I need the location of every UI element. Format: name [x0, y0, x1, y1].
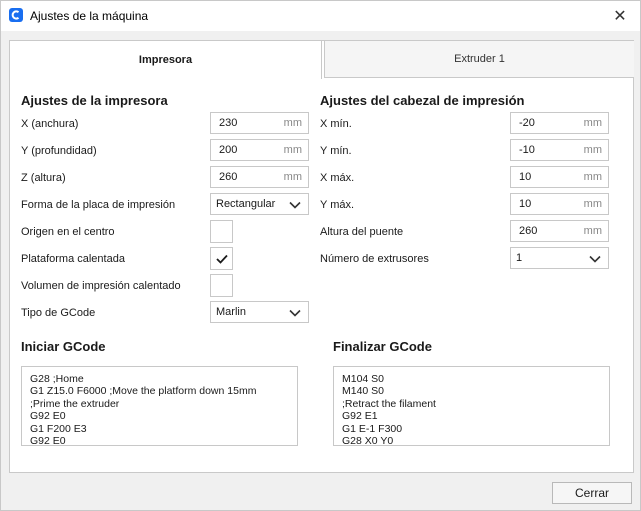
y-depth-input[interactable]: 200 mm	[210, 139, 309, 161]
origin-center-checkbox[interactable]	[210, 220, 233, 243]
cura-logo-icon	[9, 8, 23, 22]
y-max-input[interactable]: 10 mm	[510, 193, 609, 215]
z-height-input[interactable]: 260 mm	[210, 166, 309, 188]
start-gcode-editor[interactable]: G28 ;Home G1 Z15.0 F6000 ;Move the platf…	[21, 366, 298, 446]
heated-volume-checkbox[interactable]	[210, 274, 233, 297]
end-gcode-editor[interactable]: M104 S0 M140 S0 ;Retract the filament G9…	[333, 366, 610, 446]
gcode-flavor-label: Tipo de GCode	[21, 307, 96, 319]
chevron-down-icon	[289, 309, 301, 317]
extruder-count-value: 1	[516, 252, 523, 264]
x-width-value: 230	[219, 117, 238, 129]
x-width-input[interactable]: 230 mm	[210, 112, 309, 134]
y-max-value: 10	[519, 198, 532, 210]
x-min-value: -20	[519, 117, 535, 129]
x-min-label: X mín.	[320, 118, 352, 130]
y-min-input[interactable]: -10 mm	[510, 139, 609, 161]
build-plate-shape-label: Forma de la placa de impresión	[21, 199, 176, 211]
gcode-flavor-select[interactable]: Marlin	[210, 301, 309, 323]
x-width-label: X (anchura)	[21, 118, 79, 130]
z-height-value: 260	[219, 171, 238, 183]
gantry-height-unit: mm	[583, 225, 602, 237]
gcode-line: M104 S0	[342, 373, 385, 385]
x-max-value: 10	[519, 171, 532, 183]
chevron-down-icon	[589, 255, 601, 263]
settings-panel: Impresora Extruder 1 Ajustes de la impre…	[9, 40, 634, 473]
tab-extruder-1[interactable]: Extruder 1	[324, 41, 634, 78]
z-height-label: Z (altura)	[21, 172, 66, 184]
y-min-unit: mm	[583, 144, 602, 156]
x-width-unit: mm	[283, 117, 302, 129]
gantry-height-label: Altura del puente	[320, 226, 404, 238]
machine-settings-dialog: Ajustes de la máquina ✕ Impresora Extrud…	[0, 0, 641, 511]
tab-printer[interactable]: Impresora	[10, 41, 322, 79]
build-plate-shape-select[interactable]: Rectangular	[210, 193, 309, 215]
gcode-line: G92 E0	[30, 435, 66, 446]
extruder-count-label: Número de extrusores	[320, 253, 429, 265]
x-min-input[interactable]: -20 mm	[510, 112, 609, 134]
heated-bed-checkbox[interactable]	[210, 247, 233, 270]
gcode-line: M140 S0	[342, 385, 385, 398]
gcode-line: G92 E0	[30, 410, 66, 423]
x-max-unit: mm	[583, 171, 602, 183]
y-depth-label: Y (profundidad)	[21, 145, 97, 157]
gantry-height-value: 260	[519, 225, 538, 237]
close-button[interactable]: Cerrar	[552, 482, 632, 504]
gcode-line: ;Retract the filament	[342, 397, 436, 410]
printhead-settings-heading: Ajustes del cabezal de impresión	[320, 93, 525, 108]
gantry-height-input[interactable]: 260 mm	[510, 220, 609, 242]
title-bar: Ajustes de la máquina ✕	[1, 1, 640, 31]
gcode-line: G1 Z15.0 F6000 ;Move the platform down 1…	[30, 385, 257, 398]
x-min-unit: mm	[583, 117, 602, 129]
y-min-value: -10	[519, 144, 535, 156]
gcode-line: G1 E-1 F300	[342, 422, 403, 435]
build-plate-shape-value: Rectangular	[216, 198, 276, 210]
gcode-line: G92 E1	[342, 410, 378, 423]
close-window-icon[interactable]: ✕	[610, 6, 630, 26]
y-max-unit: mm	[583, 198, 602, 210]
heated-bed-label: Plataforma calentada	[21, 253, 125, 265]
gcode-line: G1 F200 E3	[30, 422, 87, 435]
heated-volume-label: Volumen de impresión calentado	[21, 280, 181, 292]
gcode-line: G28 X0 Y0	[342, 435, 394, 446]
gcode-line: ;Prime the extruder	[30, 397, 120, 410]
printer-settings-heading: Ajustes de la impresora	[21, 93, 168, 108]
window-title: Ajustes de la máquina	[30, 9, 149, 23]
x-max-label: X máx.	[320, 172, 355, 184]
y-depth-unit: mm	[283, 144, 302, 156]
x-max-input[interactable]: 10 mm	[510, 166, 609, 188]
gcode-flavor-value: Marlin	[216, 306, 246, 318]
chevron-down-icon	[289, 201, 301, 209]
origin-center-label: Origen en el centro	[21, 226, 115, 238]
end-gcode-heading: Finalizar GCode	[333, 339, 432, 354]
y-max-label: Y máx.	[320, 199, 355, 211]
gcode-line: G28 ;Home	[30, 373, 84, 385]
z-height-unit: mm	[283, 171, 302, 183]
y-min-label: Y mín.	[320, 145, 352, 157]
checkmark-icon	[216, 254, 228, 264]
y-depth-value: 200	[219, 144, 238, 156]
extruder-count-select[interactable]: 1	[510, 247, 609, 269]
start-gcode-heading: Iniciar GCode	[21, 339, 106, 354]
